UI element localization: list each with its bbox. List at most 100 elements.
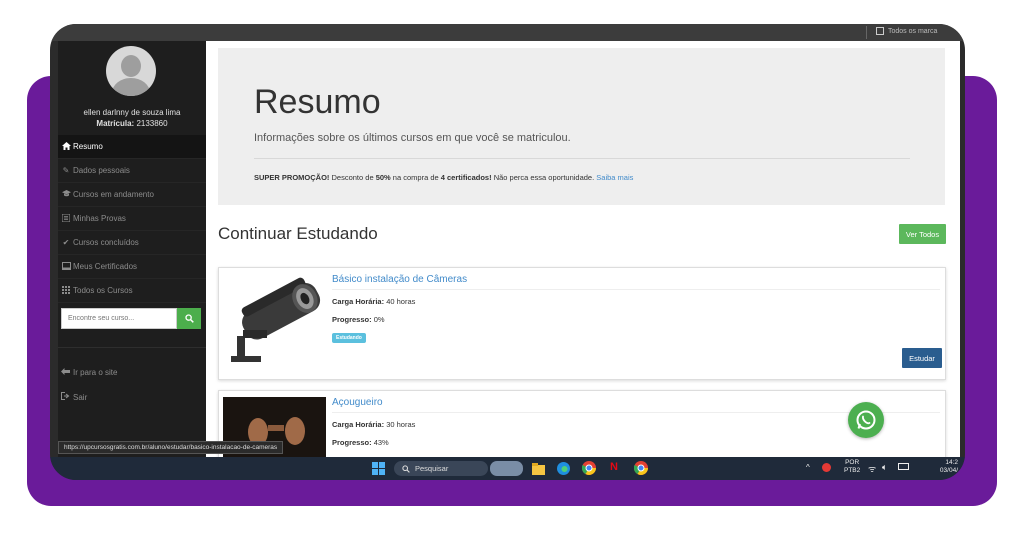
sidebar-item-label: Todos os Cursos xyxy=(73,286,133,295)
chrome-profile-icon[interactable] xyxy=(633,461,648,480)
logout-link[interactable]: Sair xyxy=(61,392,87,402)
sidebar-item-label: Meus Certificados xyxy=(73,262,138,271)
user-matricula: Matrícula: 2133860 xyxy=(58,119,206,128)
sidebar-item-label: Dados pessoais xyxy=(73,166,130,175)
go-to-site-link[interactable]: Ir para o site xyxy=(61,368,117,377)
chevron-up-icon[interactable]: ^ xyxy=(806,463,810,472)
avatar-head xyxy=(121,55,141,77)
logout-label: Sair xyxy=(73,392,88,402)
study-button[interactable]: Estudar xyxy=(902,348,942,368)
sidebar-item-todos-cursos[interactable]: Todos os Cursos xyxy=(58,279,206,303)
promo-link[interactable]: Saiba mais xyxy=(596,173,633,182)
volume-icon[interactable]: 🔈︎ xyxy=(882,462,887,473)
file-explorer-icon[interactable] xyxy=(532,462,545,480)
search-icon xyxy=(184,314,194,323)
course-thumbnail-camera[interactable] xyxy=(223,274,326,374)
taskbar-search[interactable]: Pesquisar xyxy=(394,461,488,476)
taskbar-search-label: Pesquisar xyxy=(415,464,449,473)
matricula-value: 2133860 xyxy=(136,119,168,128)
sidebar-item-cursos-concluidos[interactable]: ✔ Cursos concluídos xyxy=(58,231,206,255)
language-line-1: POR xyxy=(845,459,860,466)
certificate-icon xyxy=(61,261,71,272)
go-to-site-label: Ir para o site xyxy=(73,368,118,377)
chrome-icon[interactable] xyxy=(581,461,596,480)
main-content: Resumo Informações sobre os últimos curs… xyxy=(206,41,960,457)
list-icon xyxy=(61,213,71,224)
workload-label: Carga Horária: xyxy=(332,420,385,429)
language-line-2: PTB2 xyxy=(844,467,861,474)
sidebar-item-cursos-andamento[interactable]: Cursos em andamento xyxy=(58,183,206,207)
sign-out-icon xyxy=(61,392,71,402)
sidebar-item-label: Minhas Provas xyxy=(73,214,126,223)
promo-strong-2: 50% xyxy=(375,173,391,182)
progress-label: Progresso: xyxy=(332,438,372,447)
course-title-link[interactable]: Açougueiro xyxy=(332,397,383,408)
sidebar-item-meus-certificados[interactable]: Meus Certificados xyxy=(58,255,206,279)
start-button[interactable] xyxy=(372,462,385,480)
browser-viewport: ellen darlnny de souza lima Matrícula: 2… xyxy=(58,41,960,457)
workload-label: Carga Horária: xyxy=(332,297,385,306)
sidebar-item-label: Cursos em andamento xyxy=(73,190,154,199)
promo-text-2: na compra de xyxy=(390,173,441,182)
summary-jumbotron: Resumo Informações sobre os últimos curs… xyxy=(218,48,945,205)
checkbox-label: Todos os marca xyxy=(888,27,938,35)
arrow-left-icon xyxy=(61,368,71,377)
course-card: Açougueiro Carga Horária: 30 horas Progr… xyxy=(218,390,946,457)
course-card: Básico instalação de Câmeras Carga Horár… xyxy=(218,267,946,380)
course-search-button[interactable] xyxy=(177,308,201,329)
promo-text-3: Não perca essa oportunidade. xyxy=(491,173,597,182)
battery-icon[interactable] xyxy=(898,463,909,470)
course-workload: Carga Horária: 40 horas xyxy=(332,297,415,306)
sidebar-item-label: Resumo xyxy=(73,142,103,151)
promo-strong-3: 4 certificados! xyxy=(440,173,492,182)
clock[interactable]: 14:2 03/04/ xyxy=(918,459,958,475)
clock-date: 03/04/ xyxy=(939,467,958,474)
search-icon xyxy=(402,464,410,473)
select-all-checkbox[interactable]: Todos os marca xyxy=(876,27,937,35)
windows-taskbar: Pesquisar N ^ POR PTB2 ᯤ 🔈︎ 14:2 03/04/ xyxy=(50,457,965,480)
sidebar-item-resumo[interactable]: Resumo xyxy=(58,135,206,159)
home-icon xyxy=(61,141,71,152)
device-frame: Todos os marca ellen darlnny de souza li… xyxy=(50,24,965,480)
clock-time: 14:2 xyxy=(945,459,958,466)
avatar-body xyxy=(112,78,150,96)
promo-text: SUPER PROMOÇÃO! Desconto de 50% na compr… xyxy=(254,173,633,182)
whatsapp-button[interactable] xyxy=(848,402,884,438)
status-bar-url: https://upcursosgratis.com.br/aluno/estu… xyxy=(58,441,284,454)
course-search xyxy=(61,308,201,329)
netflix-icon[interactable]: N xyxy=(610,461,618,473)
sidebar-item-dados-pessoais[interactable]: ✎ Dados pessoais xyxy=(58,159,206,183)
sidebar-item-minhas-provas[interactable]: Minhas Provas xyxy=(58,207,206,231)
sidebar-nav: Resumo ✎ Dados pessoais Cursos em andame… xyxy=(58,135,206,303)
tray-app-icon[interactable] xyxy=(822,463,831,472)
check-icon: ✔ xyxy=(62,238,70,247)
course-search-input[interactable] xyxy=(61,308,177,329)
sidebar-item-label: Cursos concluídos xyxy=(73,238,139,247)
windows-icon xyxy=(372,462,385,475)
workload-value: 40 horas xyxy=(386,297,416,306)
continue-studying-title: Continuar Estudando xyxy=(218,224,378,243)
page-title: Resumo xyxy=(254,83,381,121)
sidebar-divider xyxy=(58,347,206,348)
course-workload: Carga Horária: 30 horas xyxy=(332,420,415,429)
progress-value: 0% xyxy=(373,315,385,324)
whatsapp-icon xyxy=(856,410,876,430)
grid-icon xyxy=(61,285,71,296)
separator xyxy=(866,26,867,39)
widget-icon[interactable] xyxy=(490,461,523,476)
promo-text-1: Desconto de xyxy=(329,173,376,182)
status-badge: Estudando xyxy=(332,333,366,343)
divider xyxy=(254,158,910,159)
promo-strong-1: SUPER PROMOÇÃO! xyxy=(254,173,330,182)
course-title-link[interactable]: Básico instalação de Câmeras xyxy=(332,274,467,285)
checkbox-icon xyxy=(876,27,884,35)
edge-icon[interactable] xyxy=(557,462,570,480)
wifi-icon[interactable]: ᯤ xyxy=(868,462,876,475)
avatar xyxy=(106,46,156,96)
pencil-icon: ✎ xyxy=(62,166,70,175)
user-name: ellen darlnny de souza lima xyxy=(83,108,181,117)
page-subtitle: Informações sobre os últimos cursos em q… xyxy=(254,132,571,144)
language-indicator[interactable]: POR PTB2 xyxy=(844,459,860,475)
top-strip: Todos os marca xyxy=(50,24,965,41)
view-all-button[interactable]: Ver Todos xyxy=(899,224,946,244)
